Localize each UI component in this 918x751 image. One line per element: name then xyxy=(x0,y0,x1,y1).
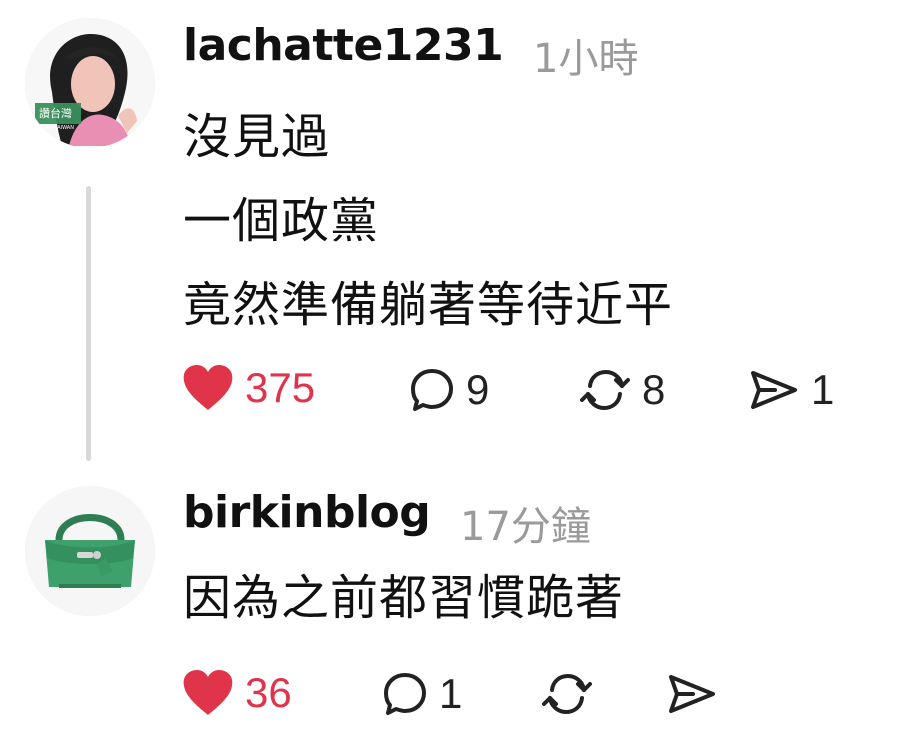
thread-line xyxy=(86,186,91,461)
repost-icon xyxy=(580,369,630,411)
post-lachatte1231: 讚台灣 TEAM TAIWAN lachatte1231 1小時 沒見過 一個政… xyxy=(0,0,918,480)
avatar[interactable]: 讚台灣 TEAM TAIWAN xyxy=(25,18,155,148)
like-count: 375 xyxy=(245,364,316,411)
heart-icon xyxy=(183,670,233,715)
post-text-line-3: 竟然準備躺著等待近平 xyxy=(183,277,674,333)
reply-count: 9 xyxy=(466,366,490,413)
post-text-line-2: 一個政黨 xyxy=(183,193,380,249)
repost-button[interactable] xyxy=(540,670,604,718)
share-button[interactable] xyxy=(665,670,729,718)
repost-icon xyxy=(542,673,592,715)
post-time: 1小時 xyxy=(533,36,639,82)
avatar-badge-subtext: TEAM TAIWAN xyxy=(38,125,74,131)
avatar-badge-text: 讚台灣 xyxy=(39,106,72,120)
post-text-line-1: 沒見過 xyxy=(183,109,331,165)
avatar-image xyxy=(25,486,155,616)
avatar[interactable] xyxy=(25,486,155,616)
reply-button[interactable]: 1 xyxy=(381,670,462,718)
repost-count: 8 xyxy=(642,366,666,413)
username[interactable]: birkinblog xyxy=(183,487,431,538)
post-text-line-1: 因為之前都習慣跪著 xyxy=(183,570,625,626)
like-button[interactable]: 375 xyxy=(181,364,315,412)
send-icon xyxy=(669,675,715,713)
reply-count: 1 xyxy=(439,670,463,717)
send-icon xyxy=(751,371,797,409)
comment-icon xyxy=(384,673,426,715)
reply-button[interactable]: 9 xyxy=(408,366,489,414)
heart-icon xyxy=(183,365,233,410)
share-button[interactable]: 1 xyxy=(747,366,834,414)
repost-button[interactable]: 8 xyxy=(578,366,665,414)
share-count: 1 xyxy=(811,366,835,413)
avatar-image: 讚台灣 TEAM TAIWAN xyxy=(25,18,155,148)
post-time: 17分鐘 xyxy=(460,504,591,550)
comment-icon xyxy=(411,369,453,411)
like-count: 36 xyxy=(245,669,292,716)
like-button[interactable]: 36 xyxy=(181,669,292,717)
username[interactable]: lachatte1231 xyxy=(183,20,504,71)
post-birkinblog: birkinblog 17分鐘 因為之前都習慣跪著 36 1 xyxy=(0,480,918,751)
